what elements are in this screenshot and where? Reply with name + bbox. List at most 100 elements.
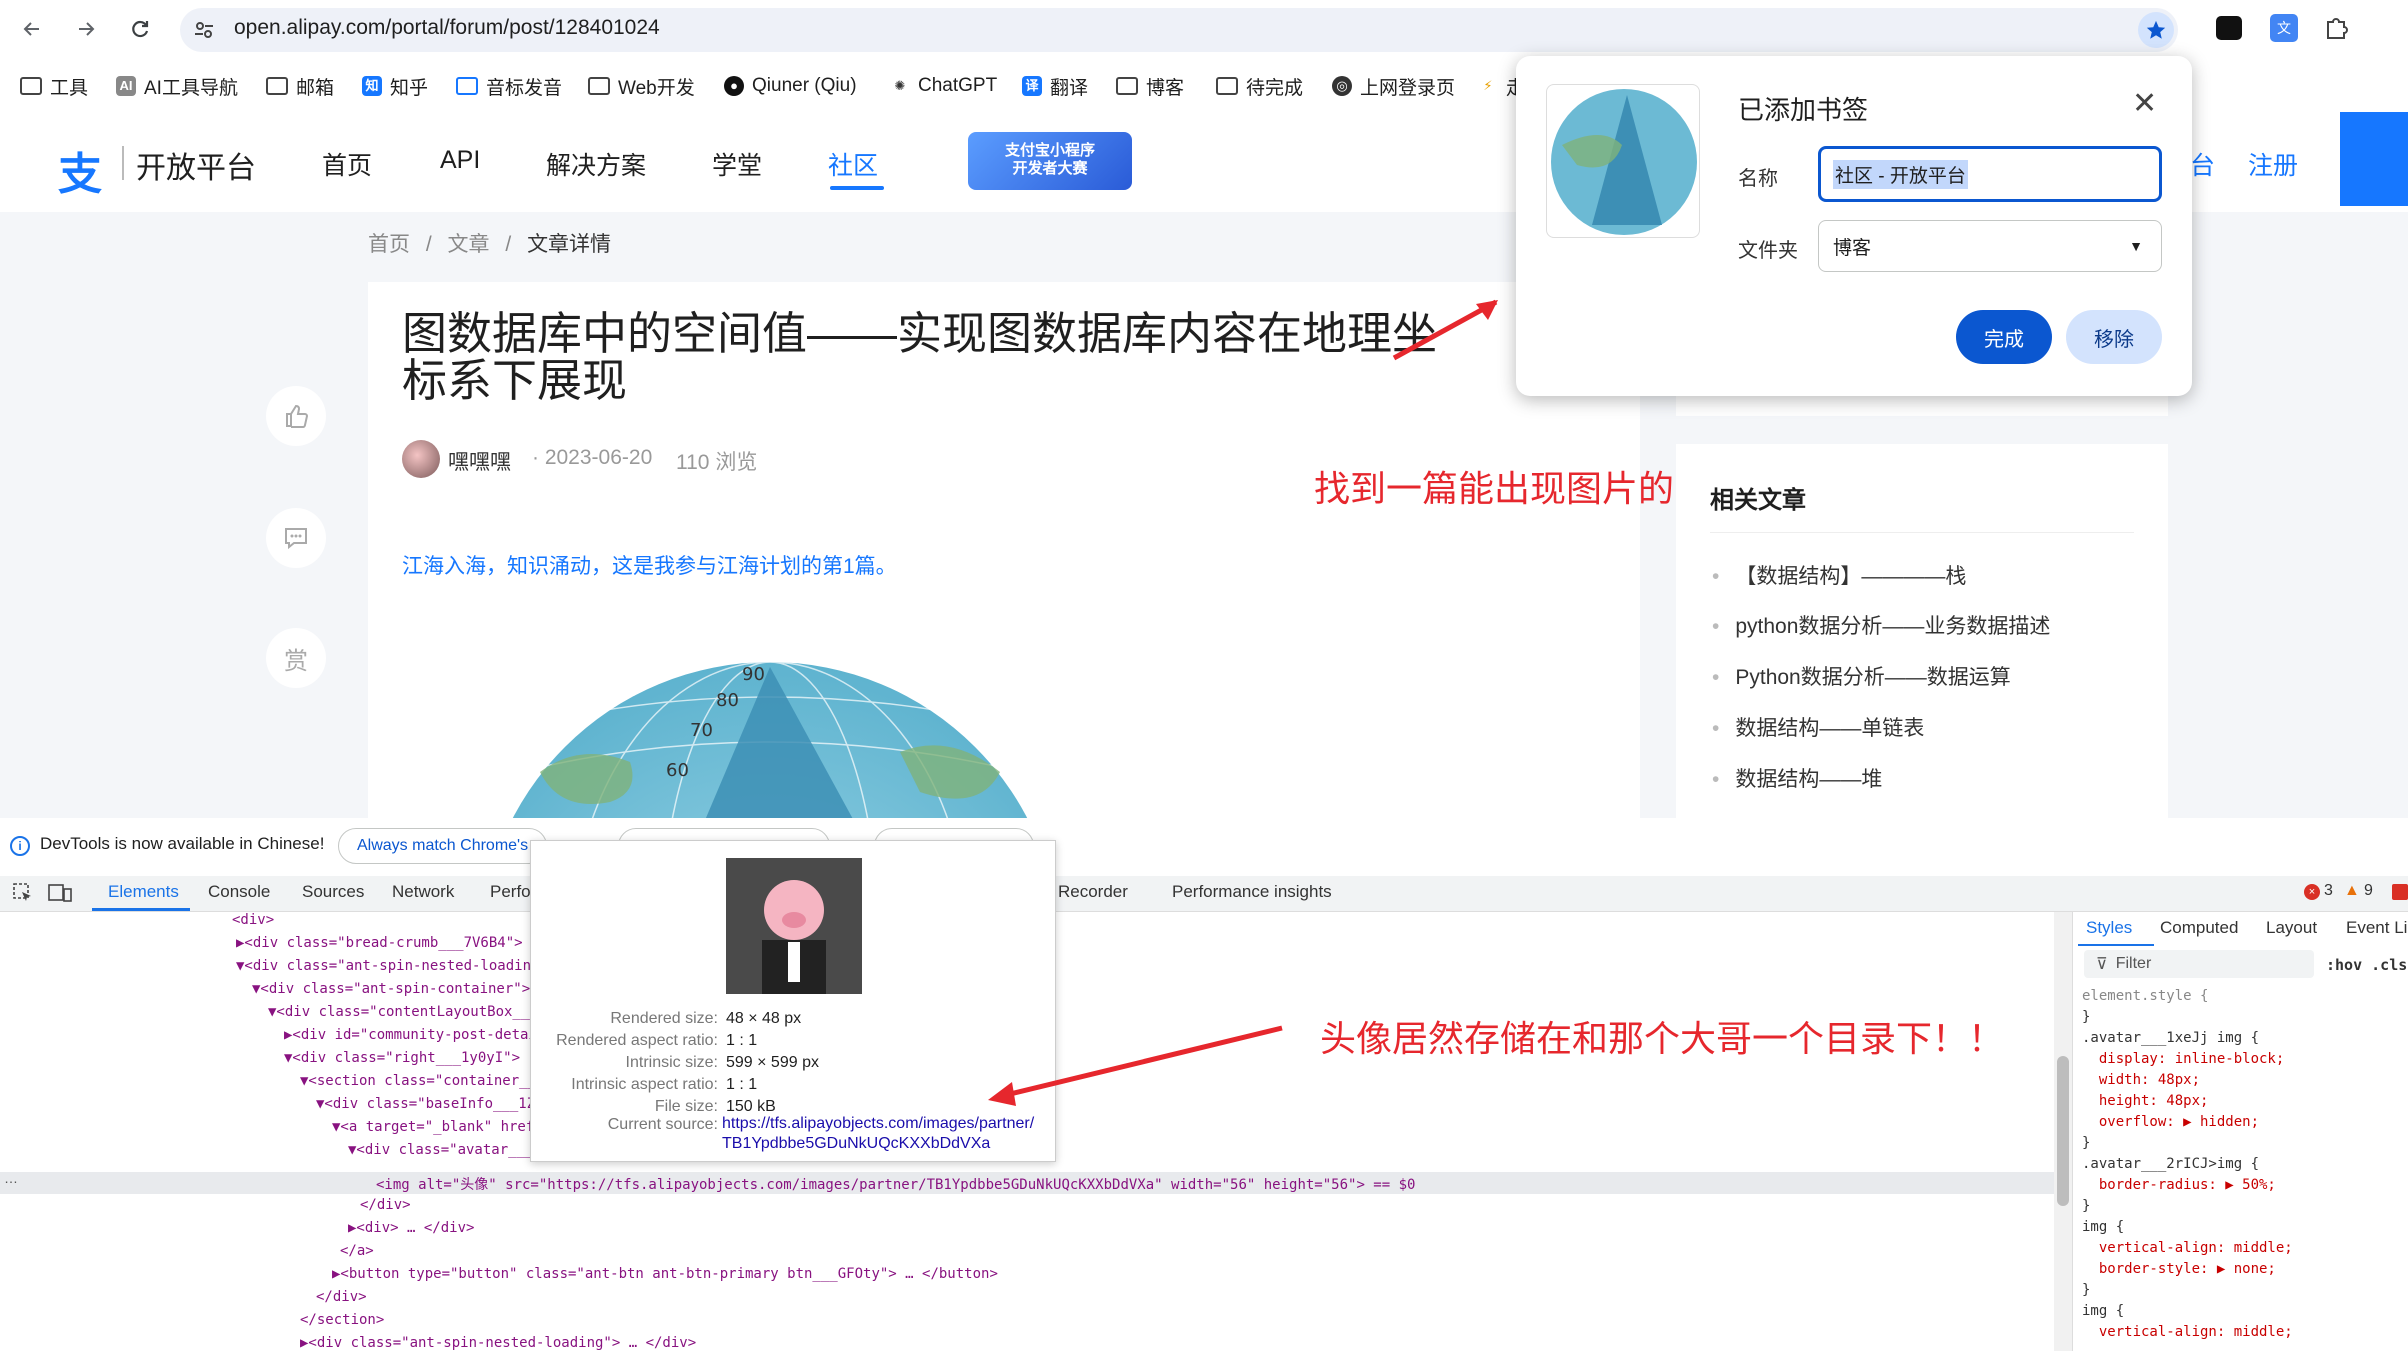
nav-community[interactable]: 社区 (828, 146, 878, 182)
comment-icon[interactable] (266, 508, 326, 568)
bookmark-item[interactable]: ● Qiuner (Qiu) (724, 72, 857, 100)
error-icon[interactable]: × (2304, 884, 2320, 900)
bookmark-item[interactable]: ✺ ChatGPT (890, 72, 997, 100)
tab-elements[interactable]: Elements (108, 882, 179, 902)
issues-icon[interactable] (2392, 884, 2408, 900)
promo-banner[interactable]: 支付宝小程序 开发者大赛 (968, 132, 1132, 190)
bookmark-item[interactable]: AI AI工具导航 (116, 72, 238, 100)
extension-icon[interactable] (2216, 16, 2242, 40)
css-rule-line[interactable]: } (2082, 1135, 2090, 1151)
nav-solutions[interactable]: 解决方案 (546, 146, 646, 182)
dom-node-line[interactable]: </a> (340, 1243, 374, 1259)
dom-node-line[interactable]: ▼<div class="avatar___ (348, 1142, 533, 1158)
dom-node-line[interactable]: ▶<div> … </div> (348, 1220, 474, 1236)
css-rule-line[interactable]: .avatar___2rICJ>img { (2082, 1156, 2259, 1172)
css-rule-line[interactable]: element.style { (2082, 988, 2208, 1004)
dom-node-line[interactable]: ▼<div class="ant-spin-container"> (252, 981, 530, 997)
extensions-puzzle-icon[interactable] (2322, 14, 2350, 47)
tab-performance-insights[interactable]: Performance insights (1172, 882, 1332, 902)
css-rule-line[interactable]: overflow: ▶ hidden; (2082, 1114, 2259, 1130)
register-link[interactable]: 注册 (2248, 146, 2298, 182)
breadcrumb-home[interactable]: 首页 (368, 233, 410, 256)
related-item[interactable]: python数据分析——业务数据描述 (1712, 610, 2050, 640)
css-rule-line[interactable]: } (2082, 1198, 2090, 1214)
dom-node-line[interactable]: </div> (316, 1289, 367, 1305)
back-icon[interactable] (12, 9, 52, 49)
css-rule-line[interactable]: height: 48px; (2082, 1093, 2209, 1109)
reward-button[interactable]: 赏 (266, 628, 326, 688)
bookmark-folder-select[interactable]: 博客 ▼ (1818, 220, 2162, 272)
hov-cls-toggle[interactable]: :hov .cls (2326, 956, 2407, 974)
styles-filter-input[interactable]: ⊽ Filter (2084, 950, 2314, 978)
bookmark-item[interactable]: 译翻译 (1022, 72, 1088, 100)
css-rule-line[interactable]: vertical-align: middle; (2082, 1324, 2293, 1340)
logo-text[interactable]: 开放平台 (136, 143, 256, 187)
inspect-icon[interactable] (12, 882, 34, 909)
css-rule-line[interactable]: border-style: ▶ none; (2082, 1261, 2276, 1277)
css-rule-line[interactable]: border-radius: ▶ 50%; (2082, 1177, 2276, 1193)
tab-layout[interactable]: Layout (2266, 918, 2317, 938)
dom-node-line[interactable]: <div> (232, 912, 274, 928)
dom-node-line[interactable]: ▶<button type="button" class="ant-btn an… (332, 1266, 998, 1282)
bookmark-item[interactable]: 待完成 (1216, 72, 1303, 100)
bookmark-star-icon[interactable] (2138, 12, 2174, 48)
tab-recorder[interactable]: Recorder (1058, 882, 1128, 902)
tab-sources[interactable]: Sources (302, 882, 364, 902)
console-link[interactable]: 台 (2190, 146, 2215, 182)
bookmark-item[interactable]: Web开发 (588, 72, 695, 100)
bookmark-name-input[interactable]: 社区 - 开放平台 (1818, 146, 2162, 202)
dom-node-line[interactable]: <img alt="头像" src="https://tfs.alipayobj… (376, 1174, 1415, 1194)
css-rule-line[interactable]: vertical-align: middle; (2082, 1240, 2293, 1256)
nav-api[interactable]: API (440, 146, 480, 175)
related-item[interactable]: 数据结构——堆 (1712, 763, 1882, 793)
author-name[interactable]: 嘿嘿嘿 (448, 446, 511, 476)
dom-node-line[interactable]: ▼<div class="right___1y0yI"> (284, 1050, 520, 1066)
avatar[interactable] (402, 440, 440, 478)
dom-node-line[interactable]: ▶<div class="ant-spin-nested-loading"> …… (300, 1335, 696, 1351)
remove-button[interactable]: 移除 (2066, 310, 2162, 364)
nav-home[interactable]: 首页 (322, 146, 372, 182)
bookmark-item[interactable]: 邮箱 (266, 72, 334, 100)
tab-event-listeners[interactable]: Event Li (2346, 918, 2407, 938)
dom-node-line[interactable]: </section> (300, 1312, 384, 1328)
alipay-logo[interactable]: 支 (58, 138, 102, 202)
translate-icon[interactable]: 文 (2270, 14, 2298, 42)
related-item[interactable]: Python数据分析——数据运算 (1712, 661, 2010, 691)
css-rule-line[interactable]: width: 48px; (2082, 1072, 2200, 1088)
dom-node-line[interactable]: ▼<div class="ant-spin-nested-loading"> (236, 958, 556, 974)
tab-computed[interactable]: Computed (2160, 918, 2238, 938)
tab-styles[interactable]: Styles (2086, 918, 2132, 938)
css-rule-line[interactable]: display: inline-block; (2082, 1051, 2284, 1067)
css-rule-line[interactable]: .avatar___1xeJj img { (2082, 1030, 2259, 1046)
tab-performance[interactable]: Perfo (490, 882, 531, 902)
dom-node-line[interactable]: ▼<section class="container___ (300, 1073, 544, 1089)
bookmark-item[interactable]: 博客 (1116, 72, 1184, 100)
nav-academy[interactable]: 学堂 (712, 146, 762, 182)
related-item[interactable]: 【数据结构】————栈 (1712, 560, 1966, 590)
header-blue-button[interactable] (2340, 112, 2408, 206)
site-info-icon[interactable] (192, 18, 216, 47)
tab-network[interactable]: Network (392, 882, 454, 902)
dom-node-line[interactable]: ▼<div class="baseInfo___1Z (316, 1096, 535, 1112)
match-language-button[interactable]: Always match Chrome's (338, 828, 548, 864)
dom-node-line[interactable]: ▶<div id="community-post-detai (284, 1027, 537, 1043)
bookmark-item[interactable]: 知知乎 (362, 72, 428, 100)
bookmark-item[interactable]: ◎ 上网登录页 (1332, 72, 1455, 100)
breadcrumb-articles[interactable]: 文章 (448, 233, 490, 256)
css-rule-line[interactable]: } (2082, 1282, 2090, 1298)
css-rule-line[interactable]: } (2082, 1009, 2090, 1025)
bookmark-item[interactable]: 音标发音 (456, 72, 562, 100)
tooltip-source-link[interactable]: https://tfs.alipayobjects.com/images/par… (722, 1114, 1042, 1154)
like-icon[interactable] (266, 386, 326, 446)
scrollbar-thumb[interactable] (2057, 1056, 2069, 1206)
dom-node-line[interactable]: ▼<div class="contentLayoutBox___ (268, 1004, 538, 1020)
css-rule-line[interactable]: img { (2082, 1219, 2124, 1235)
warning-icon[interactable]: ▲ (2344, 882, 2360, 900)
tab-console[interactable]: Console (208, 882, 270, 902)
bookmark-item[interactable]: 工具 (20, 72, 88, 100)
dom-node-line[interactable]: </div> (360, 1197, 411, 1213)
dom-node-line[interactable]: ▼<a target="_blank" href= (332, 1119, 543, 1135)
close-icon[interactable]: ✕ (2132, 86, 2157, 121)
css-rule-line[interactable]: img { (2082, 1303, 2124, 1319)
reload-icon[interactable] (120, 9, 160, 49)
